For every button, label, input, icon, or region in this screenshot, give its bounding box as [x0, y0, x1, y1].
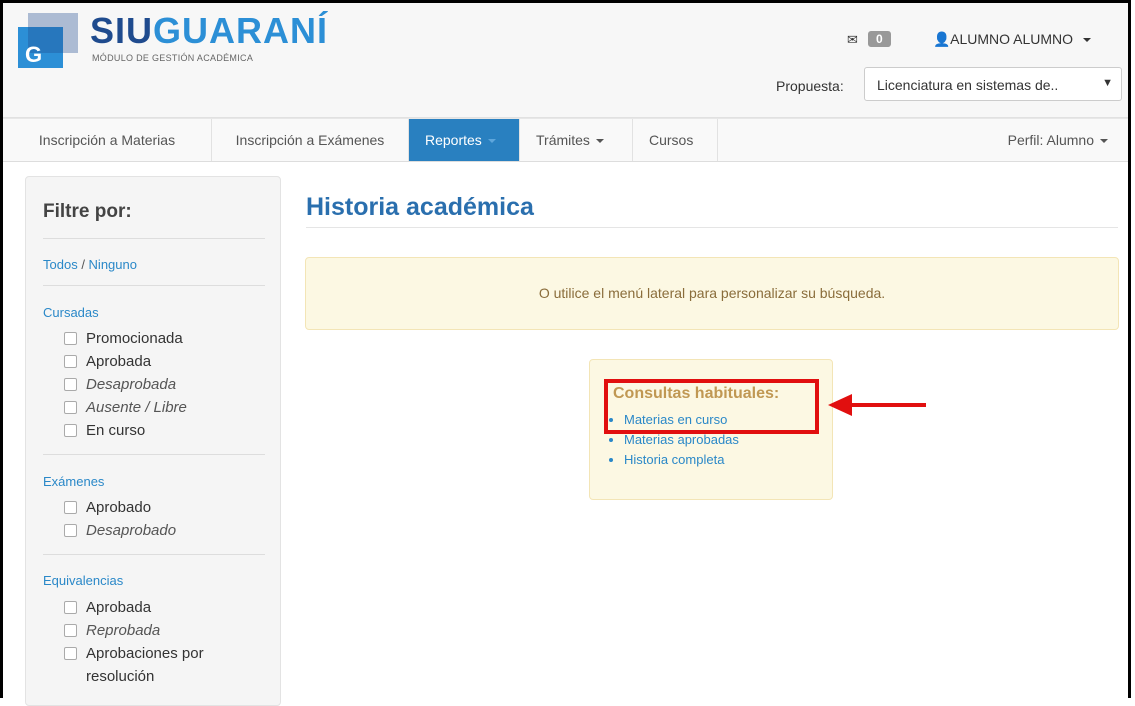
checkbox-box[interactable]: [64, 354, 77, 368]
checkbox-desaprobada[interactable]: Desaprobada: [64, 376, 176, 393]
section-cursadas[interactable]: Cursadas: [43, 305, 99, 320]
nav-label: Trámites: [536, 132, 590, 148]
chevron-down-icon: [1100, 139, 1108, 144]
checkbox-box[interactable]: [64, 423, 77, 437]
perfil-label: Perfil: Alumno: [1007, 132, 1094, 148]
checkbox-box[interactable]: [64, 523, 77, 537]
user-menu[interactable]: 👤 ALUMNO ALUMNO: [933, 31, 1091, 48]
section-examenes[interactable]: Exámenes: [43, 474, 104, 489]
info-alert: O utilice el menú lateral para personali…: [305, 257, 1119, 330]
divider: [43, 238, 265, 239]
checkbox-aprobaciones-resolucion[interactable]: Aprobaciones por: [64, 645, 204, 662]
checkbox-label: Aprobada: [86, 353, 152, 370]
checkbox-box[interactable]: [64, 500, 77, 514]
page-title: Historia académica: [306, 193, 534, 221]
chevron-down-icon: [595, 139, 604, 144]
checkbox-box[interactable]: [64, 623, 77, 637]
divider: [43, 285, 265, 286]
checkbox-box[interactable]: [64, 400, 77, 414]
link-historia-completa[interactable]: Historia completa: [624, 450, 739, 470]
brand-guarani: GUARANÍ: [153, 10, 329, 51]
checkbox-label: Promocionada: [86, 330, 183, 347]
checkbox-label-continuation: resolución: [86, 668, 155, 685]
propuesta-label: Propuesta:: [776, 78, 844, 94]
section-equivalencias[interactable]: Equivalencias: [43, 573, 123, 588]
checkbox-aprobada[interactable]: Aprobada: [64, 353, 151, 370]
chevron-down-icon: [487, 139, 496, 144]
checkbox-label: Aprobaciones por: [86, 645, 204, 662]
select-all-row: Todos / Ninguno: [43, 257, 137, 272]
checkbox-label: Desaprobado: [86, 522, 177, 539]
checkbox-promocionada[interactable]: Promocionada: [64, 330, 183, 347]
filter-sidebar: Filtre por: Todos / Ninguno Cursadas Pro…: [25, 176, 281, 706]
checkbox-en-curso[interactable]: En curso: [64, 422, 145, 439]
user-name: ALUMNO ALUMNO: [950, 31, 1074, 47]
nav-inscripcion-examenes[interactable]: Inscripción a Exámenes: [212, 119, 409, 161]
checkbox-box[interactable]: [64, 331, 77, 345]
highlight-box: [604, 379, 819, 434]
checkbox-box[interactable]: [64, 377, 77, 391]
messages-badge[interactable]: 0: [868, 31, 891, 47]
envelope-icon[interactable]: ✉: [847, 32, 858, 48]
chevron-down-icon: [1082, 38, 1091, 43]
nav-tramites[interactable]: Trámites: [519, 119, 633, 161]
checkbox-examen-desaprobado[interactable]: Desaprobado: [64, 522, 176, 539]
checkbox-label: Reprobada: [86, 622, 161, 639]
dropdown-arrow-icon: ▼: [1102, 77, 1113, 89]
brand-title: SIUGUARANÍ: [90, 13, 328, 49]
propuesta-value: Licenciatura en sistemas de..: [877, 77, 1059, 93]
todos-link[interactable]: Todos: [43, 257, 78, 272]
divider: [306, 227, 1118, 228]
checkbox-box[interactable]: [64, 646, 77, 660]
nav-label: Inscripción a Exámenes: [235, 132, 385, 148]
checkbox-label: Aprobado: [86, 499, 152, 516]
user-icon: 👤: [933, 31, 951, 47]
propuesta-select[interactable]: Licenciatura en sistemas de.. ▼: [864, 67, 1122, 101]
nav-label: Reportes: [425, 132, 482, 148]
checkbox-label: Ausente / Libre: [86, 399, 187, 416]
ninguno-link[interactable]: Ninguno: [89, 257, 137, 272]
nav-inscripcion-materias[interactable]: Inscripción a Materias: [3, 119, 212, 161]
checkbox-ausente-libre[interactable]: Ausente / Libre: [64, 399, 187, 416]
checkbox-label: Desaprobada: [86, 376, 177, 393]
checkbox-label: Aprobada: [86, 599, 152, 616]
divider: [43, 454, 265, 455]
brand-subtitle: MÓDULO DE GESTIÓN ACADÉMICA: [92, 53, 254, 63]
checkbox-label: En curso: [86, 422, 146, 439]
divider: [43, 554, 265, 555]
checkbox-examen-aprobado[interactable]: Aprobado: [64, 499, 151, 516]
perfil-menu[interactable]: Perfil: Alumno: [1008, 119, 1108, 161]
siu-logo-icon: G: [18, 13, 78, 68]
checkbox-equiv-aprobada[interactable]: Aprobada: [64, 599, 151, 616]
slash-separator: /: [77, 257, 89, 272]
checkbox-box[interactable]: [64, 600, 77, 614]
main-navbar: Inscripción a Materias Inscripción a Exá…: [3, 118, 1128, 162]
brand-siu: SIU: [90, 10, 154, 51]
nav-reportes[interactable]: Reportes: [409, 119, 519, 161]
pointer-arrow-icon: [828, 394, 926, 416]
sidebar-title: Filtre por:: [43, 201, 132, 222]
checkbox-equiv-reprobada[interactable]: Reprobada: [64, 622, 160, 639]
svg-text:G: G: [25, 42, 42, 67]
nav-cursos[interactable]: Cursos: [633, 119, 718, 161]
nav-label: Inscripción a Materias: [38, 132, 176, 148]
nav-label: Cursos: [649, 132, 694, 148]
header: G SIUGUARANÍ MÓDULO DE GESTIÓN ACADÉMICA…: [3, 3, 1128, 118]
